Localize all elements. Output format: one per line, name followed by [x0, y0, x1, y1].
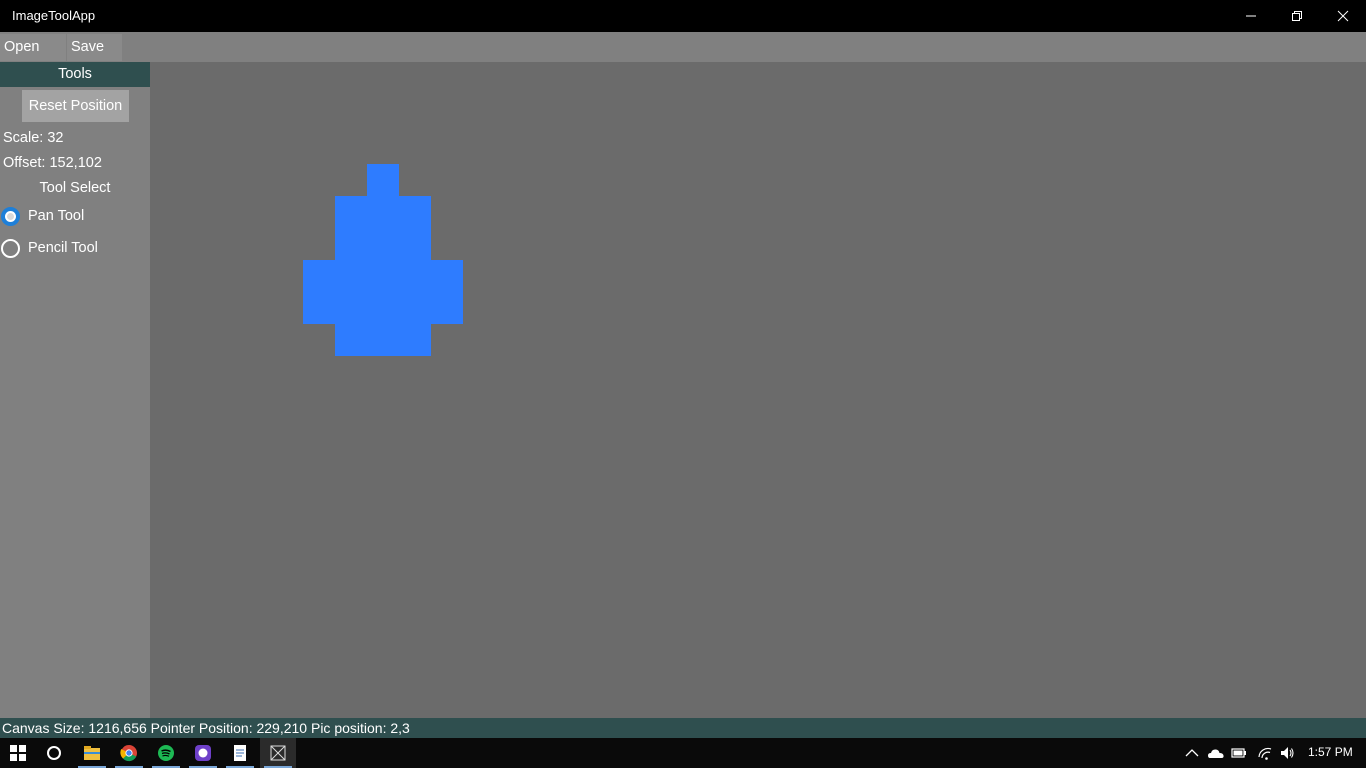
status-bar: Canvas Size: 1216,656 Pointer Position: … — [0, 718, 1366, 738]
status-text: Canvas Size: 1216,656 Pointer Position: … — [2, 720, 410, 736]
volume-icon[interactable] — [1279, 745, 1295, 761]
pan-tool-radio[interactable]: Pan Tool — [0, 204, 150, 228]
menu-bar: Open File Save As — [0, 32, 1366, 82]
canvas-pixel — [367, 164, 399, 196]
minimize-icon — [1246, 15, 1256, 17]
close-icon — [1337, 10, 1349, 22]
chrome-icon — [120, 745, 137, 762]
pencil-tool-label: Pencil Tool — [28, 240, 98, 256]
folder-icon — [84, 746, 100, 760]
offset-readout: Offset: 152,102 — [3, 155, 102, 171]
show-hidden-icons-icon[interactable] — [1184, 745, 1200, 761]
windows-start-icon — [10, 745, 26, 761]
scale-readout: Scale: 32 — [3, 130, 64, 146]
cortana-button[interactable] — [36, 738, 72, 768]
onedrive-icon[interactable] — [1207, 745, 1225, 761]
github-desktop-icon — [195, 745, 211, 761]
taskbar-spotify[interactable] — [148, 738, 184, 768]
taskbar-file-explorer[interactable] — [74, 738, 110, 768]
reset-position-button[interactable]: Reset Position — [22, 90, 129, 122]
restore-icon — [1292, 11, 1302, 21]
taskbar-chrome[interactable] — [111, 738, 147, 768]
canvas-pixel — [335, 324, 431, 356]
minimize-button[interactable] — [1228, 0, 1274, 32]
title-bar: ImageToolApp — [0, 0, 1366, 32]
canvas-pixel — [335, 196, 431, 260]
pencil-tool-radio[interactable]: Pencil Tool — [0, 236, 150, 260]
drawing-canvas[interactable] — [150, 62, 1366, 718]
close-button[interactable] — [1320, 0, 1366, 32]
tools-header: Tools — [0, 62, 150, 87]
pan-tool-label: Pan Tool — [28, 208, 85, 224]
imagetoolapp-icon — [270, 745, 286, 761]
taskbar-clock[interactable]: 1:57 PM — [1308, 745, 1353, 759]
save-as-button[interactable]: Save As — [67, 34, 122, 82]
taskbar: 1:57 PM — [0, 738, 1366, 768]
notepad-icon — [234, 745, 246, 761]
restore-button[interactable] — [1274, 0, 1320, 32]
taskbar-github-desktop[interactable] — [185, 738, 221, 768]
taskbar-notepad[interactable] — [222, 738, 258, 768]
wifi-icon[interactable] — [1257, 745, 1273, 761]
tools-panel: Tools Reset Position Scale: 32 Offset: 1… — [0, 62, 150, 718]
battery-icon[interactable] — [1231, 745, 1247, 761]
tool-select-label: Tool Select — [39, 180, 111, 196]
open-file-button[interactable]: Open File — [0, 34, 66, 82]
taskbar-imagetoolapp[interactable] — [260, 738, 296, 768]
canvas-pixel — [303, 260, 463, 324]
radio-checked-icon — [1, 207, 20, 226]
window-title: ImageToolApp — [12, 8, 96, 23]
cortana-icon — [47, 746, 61, 760]
start-button[interactable] — [0, 738, 36, 768]
radio-unchecked-icon — [1, 239, 20, 258]
spotify-icon — [158, 745, 174, 761]
